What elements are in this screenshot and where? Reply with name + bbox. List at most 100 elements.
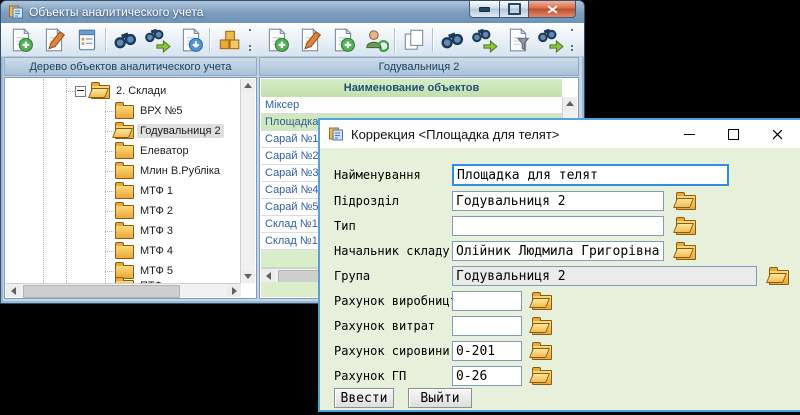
tree-item-label: Елеватор [137, 144, 192, 158]
tree-item-label: МТФ 3 [137, 224, 176, 238]
exit-button[interactable]: Выйти [408, 388, 472, 408]
search-go-icon [472, 27, 498, 53]
edit-record-button[interactable] [293, 25, 326, 54]
tree-item-label: МТФ 4 [137, 244, 176, 258]
add-record-icon [264, 27, 290, 53]
search-go-2-button[interactable] [534, 25, 567, 54]
scroll-left-button[interactable] [261, 269, 275, 282]
tree-item-label: ВРХ №5 [137, 104, 186, 118]
object-properties-button[interactable] [70, 25, 103, 54]
group-field[interactable] [452, 266, 757, 286]
folder-open-icon [532, 320, 552, 335]
tree-horizontal-scrollbar[interactable] [6, 283, 241, 297]
tree-item[interactable]: МТФ 3 [6, 221, 239, 241]
collapse-icon[interactable] [75, 86, 86, 97]
tree-vertical-scrollbar[interactable] [240, 79, 255, 283]
main-window-title: Объекты аналитического учета [29, 5, 203, 19]
search-go-records-button[interactable] [468, 25, 501, 54]
edit-object-icon [41, 27, 67, 53]
scroll-right-button[interactable] [227, 284, 241, 297]
tree-item-label: МТФ 1 [137, 184, 176, 198]
export-object-icon [178, 27, 204, 53]
objects-cubes-icon [216, 27, 242, 53]
search-button[interactable] [108, 25, 141, 54]
close-button[interactable] [529, 1, 576, 18]
search-go-button[interactable] [141, 25, 174, 54]
toolbar-group-objects [4, 24, 253, 55]
arrow-left-icon [266, 272, 271, 280]
scroll-down-button[interactable] [241, 270, 255, 283]
objects-cubes-button[interactable] [212, 25, 245, 54]
toolbar-overflow-grip[interactable] [247, 27, 253, 53]
tree-item[interactable]: МТФ 1 [6, 181, 239, 201]
field-label-finished-goods-account: Рахунок ГП [334, 369, 406, 383]
edit-object-button[interactable] [37, 25, 70, 54]
group-picker-button[interactable] [767, 267, 791, 285]
raw-material-account-picker-button[interactable] [530, 342, 554, 360]
list-column-header[interactable]: Наименование объектов [261, 79, 562, 98]
add-object-button[interactable] [4, 25, 37, 54]
scroll-up-button[interactable] [563, 97, 577, 110]
list-item-label: Сарай №2 [265, 150, 319, 162]
dialog-close-button[interactable] [760, 120, 794, 148]
add-record-button[interactable] [260, 25, 293, 54]
production-account-field[interactable] [452, 291, 522, 311]
subdivision-field[interactable] [452, 191, 664, 211]
tree-item[interactable]: Елеватор [6, 141, 239, 161]
search-records-button[interactable] [435, 25, 468, 54]
arrow-right-icon [232, 287, 237, 295]
production-account-picker-button[interactable] [530, 292, 554, 310]
manager-picker-button[interactable] [674, 242, 698, 260]
filter-record-button[interactable] [501, 25, 534, 54]
search-icon [439, 27, 465, 53]
close-icon [547, 5, 558, 14]
scroll-left-button[interactable] [6, 284, 20, 297]
type-field[interactable] [452, 216, 664, 236]
search-go-icon [145, 27, 171, 53]
warehouse-manager-field[interactable] [452, 241, 664, 261]
minimize-button[interactable] [469, 1, 500, 18]
finished-goods-account-picker-button[interactable] [530, 367, 554, 385]
list-item[interactable]: Міксер [261, 97, 562, 114]
scroll-up-button[interactable] [241, 79, 255, 92]
minimize-icon [479, 7, 490, 12]
toolbar-separator [105, 28, 106, 52]
raw-material-account-field[interactable] [452, 341, 522, 361]
field-label-subdivision: Підрозділ [334, 194, 399, 208]
finished-goods-account-field[interactable] [452, 366, 522, 386]
tree-item[interactable]: Млин В.Рубліка [6, 161, 239, 181]
subdivision-picker-button[interactable] [674, 192, 698, 210]
dialog-maximize-button[interactable] [716, 120, 750, 148]
folder-open-icon [91, 85, 110, 99]
tree-item-label: Млин В.Рубліка [137, 164, 223, 178]
folder-open-icon [676, 195, 696, 210]
tree-panel: 2. Склади ВРХ №5 Годувальниця 2 Елеватор… [4, 77, 257, 299]
filter-icon [505, 27, 531, 53]
search-icon [112, 27, 138, 53]
tree-item-selected[interactable]: Годувальниця 2 [6, 121, 239, 141]
copy-record-button[interactable] [397, 25, 430, 54]
dialog-minimize-button[interactable] [672, 120, 706, 148]
scrollbar-thumb[interactable] [23, 285, 180, 298]
tree-item[interactable]: ВРХ №5 [6, 101, 239, 121]
toolbar-overflow-grip[interactable] [569, 27, 575, 53]
app-icon [8, 4, 24, 20]
field-label-group: Група [334, 269, 370, 283]
tree-item-sklady[interactable]: 2. Склади [6, 81, 239, 101]
tree-item[interactable]: МТФ 4 [6, 241, 239, 261]
toolbar-separator [209, 28, 210, 52]
copy-add-record-button[interactable] [326, 25, 359, 54]
name-field[interactable] [452, 164, 729, 186]
enter-button[interactable]: Ввести [334, 388, 394, 408]
expense-account-field[interactable] [452, 316, 522, 336]
maximize-button[interactable] [500, 1, 529, 18]
expense-account-picker-button[interactable] [530, 317, 554, 335]
user-refresh-button[interactable] [359, 25, 392, 54]
tree-item[interactable]: МТФ 2 [6, 201, 239, 221]
folder-open-icon [532, 295, 552, 310]
export-object-button[interactable] [174, 25, 207, 54]
tree-body: 2. Склади ВРХ №5 Годувальниця 2 Елеватор… [6, 79, 255, 297]
field-label-warehouse-manager: Начальник складу [334, 244, 450, 258]
folder-open-icon [676, 220, 696, 235]
type-picker-button[interactable] [674, 217, 698, 235]
